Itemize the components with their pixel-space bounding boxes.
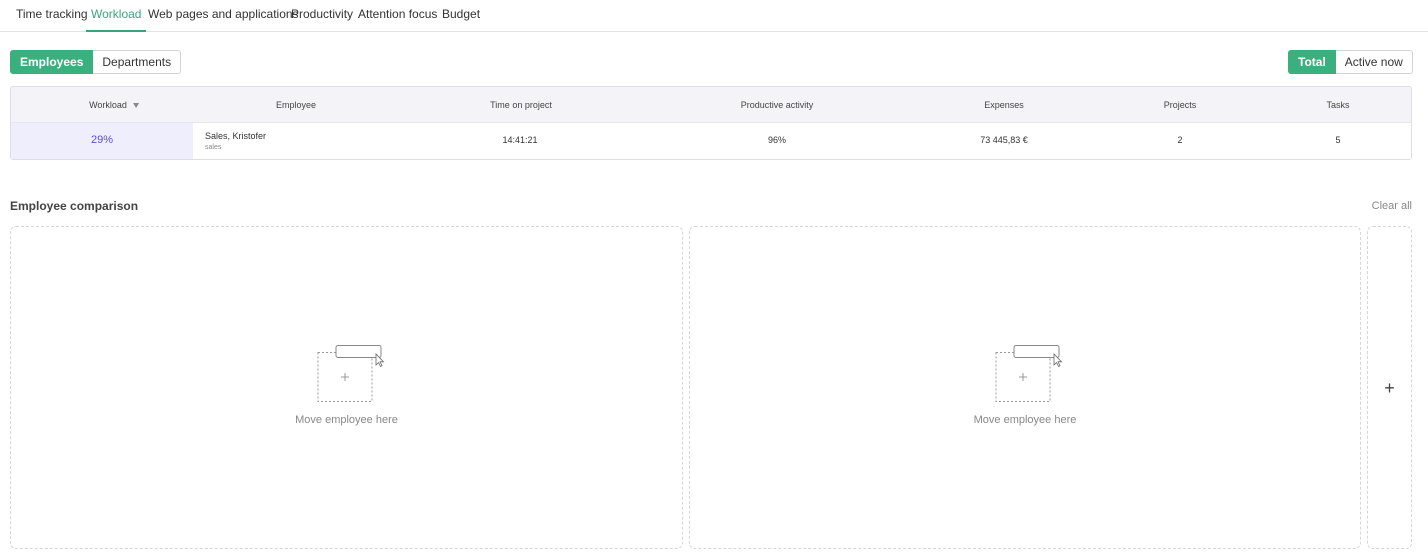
- workload-value: 29%: [90, 134, 114, 146]
- table-header: Workload Employee Time on project Produc…: [11, 87, 1411, 123]
- projects-value: 2: [1177, 135, 1183, 145]
- expenses-value: 73 445,83 €: [980, 135, 1028, 145]
- top-tabs: Time tracking Workload Web pages and app…: [0, 0, 1428, 32]
- active-now-button[interactable]: Active now: [1335, 50, 1413, 74]
- tab-budget[interactable]: Budget: [442, 0, 480, 32]
- add-comparison-button[interactable]: +: [1367, 226, 1412, 549]
- sort-down-icon[interactable]: [132, 103, 139, 109]
- plus-icon: +: [1384, 377, 1395, 398]
- comparison-title: Employee comparison: [10, 199, 139, 213]
- header-workload-label: Workload: [89, 100, 127, 110]
- drag-employee-icon: [995, 345, 1063, 402]
- employees-button[interactable]: Employees: [10, 50, 94, 74]
- comparison-dropzone-1[interactable]: Move employee here: [10, 226, 683, 549]
- comparison-dropzone-2[interactable]: Move employee here: [689, 226, 1361, 549]
- drag-employee-icon: [317, 345, 384, 402]
- dropzone-label: Move employee here: [295, 414, 398, 426]
- total-button[interactable]: Total: [1288, 50, 1336, 74]
- tab-workload[interactable]: Workload: [86, 0, 147, 32]
- header-projects[interactable]: Projects: [1164, 87, 1197, 123]
- header-employee[interactable]: Employee: [276, 87, 316, 123]
- time-toggle: Total Active now: [1288, 50, 1413, 74]
- header-tasks[interactable]: Tasks: [1326, 87, 1349, 123]
- header-productive-activity[interactable]: Productive activity: [741, 87, 814, 123]
- workload-cell: 29%: [11, 123, 193, 159]
- employee-department: sales: [205, 144, 222, 151]
- header-expenses[interactable]: Expenses: [984, 87, 1024, 123]
- header-time-on-project[interactable]: Time on project: [490, 87, 552, 123]
- tab-attention-focus[interactable]: Attention focus: [358, 0, 437, 32]
- dropzone-label: Move employee here: [973, 414, 1077, 426]
- tab-productivity[interactable]: Productivity: [291, 0, 353, 32]
- workload-table: Workload Employee Time on project Produc…: [10, 86, 1412, 160]
- table-row[interactable]: 29% Sales, Kristofer sales 14:41:21 96% …: [11, 123, 1411, 159]
- employee-name[interactable]: Sales, Kristofer: [205, 131, 266, 141]
- tab-web-pages-and-applications[interactable]: Web pages and applications: [148, 0, 299, 32]
- header-workload[interactable]: Workload: [89, 87, 139, 123]
- departments-button[interactable]: Departments: [93, 50, 182, 74]
- view-toggle: Employees Departments: [10, 50, 182, 74]
- clear-all-link[interactable]: Clear all: [1372, 200, 1412, 212]
- productive-activity-value: 96%: [767, 135, 787, 145]
- tasks-value: 5: [1335, 135, 1341, 145]
- tab-time-tracking[interactable]: Time tracking: [16, 0, 88, 32]
- time-on-project-value: 14:41:21: [502, 135, 538, 145]
